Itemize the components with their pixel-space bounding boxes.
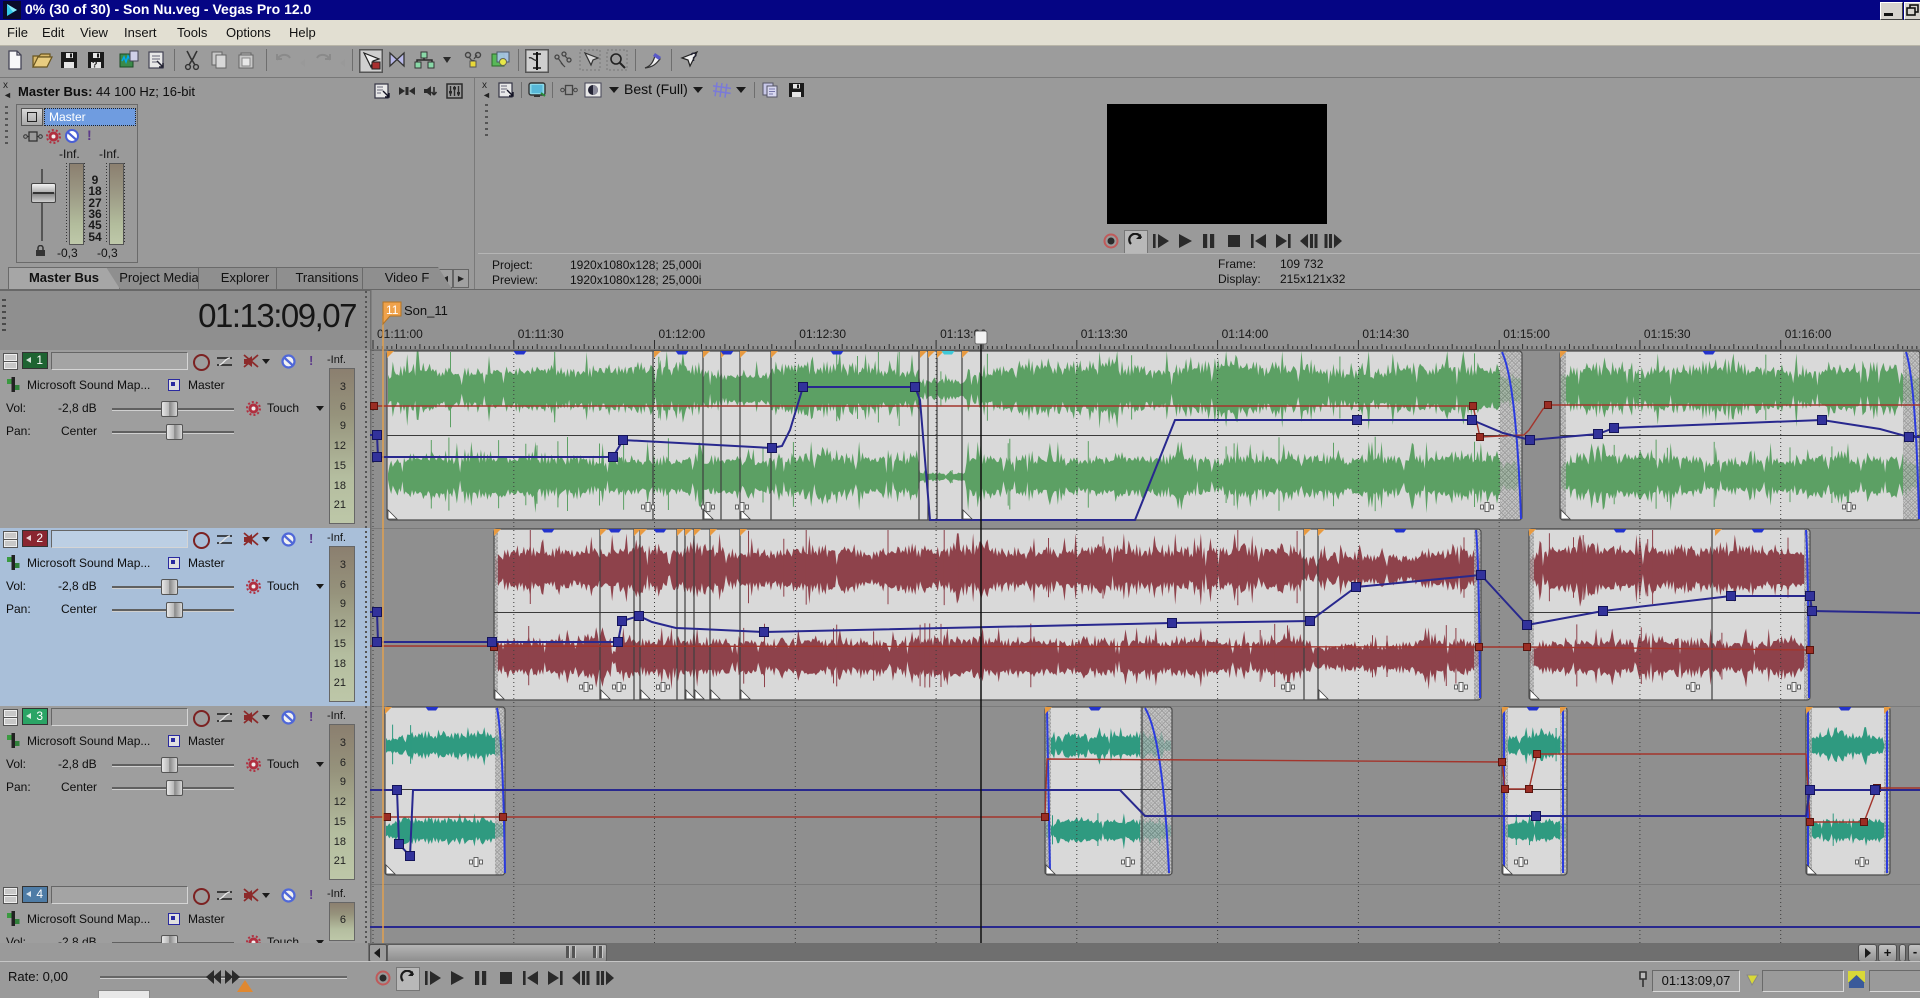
- svg-text:01:12:00: 01:12:00: [659, 327, 706, 341]
- svg-text:01:14:30: 01:14:30: [1362, 327, 1409, 341]
- svg-text:01:15:00: 01:15:00: [1503, 327, 1550, 341]
- svg-text:?: ?: [690, 50, 697, 64]
- svg-text:Son_11: Son_11: [404, 303, 448, 318]
- svg-text:01:13:30: 01:13:30: [1081, 327, 1128, 341]
- svg-text:01:11:30: 01:11:30: [518, 327, 564, 341]
- svg-text:?: ?: [92, 60, 98, 70]
- svg-text:01:12:30: 01:12:30: [799, 327, 846, 341]
- svg-text:01:14:00: 01:14:00: [1222, 327, 1269, 341]
- svg-text:01:15:30: 01:15:30: [1644, 327, 1691, 341]
- svg-text:11: 11: [386, 303, 399, 317]
- svg-text:01:11:00: 01:11:00: [377, 327, 423, 341]
- svg-text:01:16:00: 01:16:00: [1785, 327, 1832, 341]
